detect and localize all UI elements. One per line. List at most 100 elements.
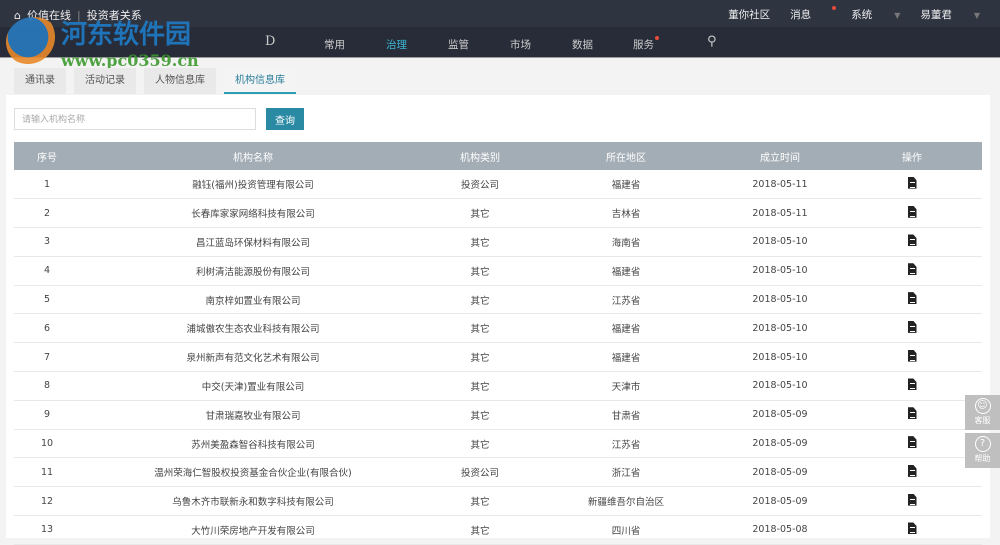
action-cell [842,227,982,257]
table-row[interactable]: 6 浦城傲农生态农业科技有限公司 其它 福建省 2018-05-10 [14,313,982,344]
institution-type: 其它 [426,515,534,545]
institution-table: 序号 机构名称 机构类别 所在地区 成立时间 操作 1 融钰(福州)投资管理有限公司 投资公司… [14,142,982,545]
table-row[interactable]: 7 泉州新声有范文化艺术有限公司 其它 福建省 2018-05-10 [14,342,982,373]
nav-item-common[interactable]: 常用 [324,37,345,52]
help-button[interactable]: ? 帮助 [965,433,1000,468]
institution-type: 其它 [426,371,534,401]
established-date: 2018-05-11 [718,198,842,229]
tab-activity-log[interactable]: 活动记录 [74,68,136,94]
logo-icon[interactable]: D [265,34,275,49]
document-icon[interactable] [907,176,917,189]
brand[interactable]: ⌂ 价值在线 | 投资者关系 [14,7,142,23]
brand-subtitle: 投资者关系 [86,9,142,22]
nav-item-supervision[interactable]: 监管 [448,37,469,52]
service-label: 服务 [633,39,654,51]
document-icon[interactable] [907,378,917,391]
nav-item-market[interactable]: 市场 [510,37,531,52]
institution-name: 利树清洁能源股份有限公司 [80,256,426,286]
action-cell [842,400,982,430]
caret-down-icon: ▼ [894,11,901,20]
region: 吉林省 [534,198,718,229]
document-icon[interactable] [907,522,917,535]
nav-item-service[interactable]: 服务 [633,36,659,52]
table-row[interactable]: 5 南京梓如置业有限公司 其它 江苏省 2018-05-10 [14,285,982,315]
caret-down-icon: ▼ [973,11,980,20]
row-index: 12 [14,486,80,517]
tab-contacts[interactable]: 通讯录 [14,68,66,94]
table-row[interactable]: 2 长春库家家网络科技有限公司 其它 吉林省 2018-05-11 [14,198,982,229]
messages-label: 消息 [790,9,812,21]
system-menu[interactable]: 系统 ▼ [851,7,900,22]
user-menu[interactable]: 易董君 ▼ [920,7,980,22]
region: 福建省 [534,313,718,344]
help-icon: ? [974,436,991,452]
table-row[interactable]: 4 利树清洁能源股份有限公司 其它 福建省 2018-05-10 [14,256,982,286]
document-icon[interactable] [907,292,917,305]
region: 新疆维吾尔自治区 [534,486,718,517]
document-icon[interactable] [907,263,917,276]
established-date: 2018-05-09 [718,457,842,488]
institution-name: 南京梓如置业有限公司 [80,285,426,315]
community-link[interactable]: 董你社区 [728,7,770,22]
document-icon[interactable] [907,234,917,247]
table-row[interactable]: 9 甘肃瑞嘉牧业有限公司 其它 甘肃省 2018-05-09 [14,400,982,430]
column-header: 机构名称 [80,142,426,170]
document-icon[interactable] [907,320,917,333]
established-date: 2018-05-08 [718,515,842,545]
document-icon[interactable] [907,493,917,506]
document-icon[interactable] [907,436,917,449]
institution-type: 其它 [426,429,534,459]
action-cell [842,198,982,229]
row-index: 9 [14,400,80,430]
main-nav: D 常用 治理 监管 市场 数据 服务 ⚲ [0,27,1000,58]
institution-search-input[interactable] [14,108,256,130]
document-icon[interactable] [907,349,917,362]
row-index: 13 [14,515,80,545]
action-cell [842,313,982,344]
action-cell [842,486,982,517]
query-button[interactable]: 查询 [266,108,304,130]
row-index: 7 [14,342,80,373]
column-header: 机构类别 [426,142,534,170]
table-row[interactable]: 1 融钰(福州)投资管理有限公司 投资公司 福建省 2018-05-11 [14,170,982,200]
row-index: 1 [14,170,80,200]
document-icon[interactable] [907,464,917,477]
institution-name: 甘肃瑞嘉牧业有限公司 [80,400,426,430]
institution-name: 温州荣海仁智股权投资基金合伙企业(有限合伙) [80,457,426,488]
column-header: 序号 [14,142,80,170]
document-icon[interactable] [907,407,917,420]
institution-type: 其它 [426,227,534,257]
nav-item-data[interactable]: 数据 [572,37,593,52]
tab-institution-db[interactable]: 机构信息库 [224,68,296,94]
tab-people-db[interactable]: 人物信息库 [144,68,216,94]
established-date: 2018-05-10 [718,256,842,286]
customer-service-button[interactable]: ☺ 客服 [965,395,1000,430]
action-cell [842,371,982,401]
institution-name: 乌鲁木齐市联新永和数字科技有限公司 [80,486,426,517]
institution-name: 泉州新声有范文化艺术有限公司 [80,342,426,373]
established-date: 2018-05-10 [718,227,842,257]
column-header: 成立时间 [718,142,842,170]
search-icon[interactable]: ⚲ [707,34,717,49]
table-row[interactable]: 8 中交(天津)置业有限公司 其它 天津市 2018-05-10 [14,371,982,401]
nav-item-governance[interactable]: 治理 [386,37,407,52]
column-header: 所在地区 [534,142,718,170]
region: 福建省 [534,342,718,373]
document-icon[interactable] [907,205,917,218]
row-index: 2 [14,198,80,229]
established-date: 2018-05-10 [718,285,842,315]
table-row[interactable]: 10 苏州美盈森智谷科技有限公司 其它 江苏省 2018-05-09 [14,429,982,459]
established-date: 2018-05-10 [718,371,842,401]
table-row[interactable]: 3 昌江蓝岛环保材料有限公司 其它 海南省 2018-05-10 [14,227,982,257]
action-cell [842,457,982,488]
institution-name: 中交(天津)置业有限公司 [80,371,426,401]
row-index: 10 [14,429,80,459]
top-bar: ⌂ 价值在线 | 投资者关系 董你社区 消息 系统 ▼ 易董君 ▼ [0,0,1000,27]
region: 甘肃省 [534,400,718,430]
table-row[interactable]: 12 乌鲁木齐市联新永和数字科技有限公司 其它 新疆维吾尔自治区 2018-05-09 [14,486,982,517]
customer-service-label: 客服 [974,416,991,425]
table-row[interactable]: 13 大竹川荣房地产开发有限公司 其它 四川省 2018-05-08 [14,515,982,545]
messages-link[interactable]: 消息 [790,6,837,22]
table-row[interactable]: 11 温州荣海仁智股权投资基金合伙企业(有限合伙) 投资公司 浙江省 2018-05-0… [14,457,982,488]
region: 海南省 [534,227,718,257]
